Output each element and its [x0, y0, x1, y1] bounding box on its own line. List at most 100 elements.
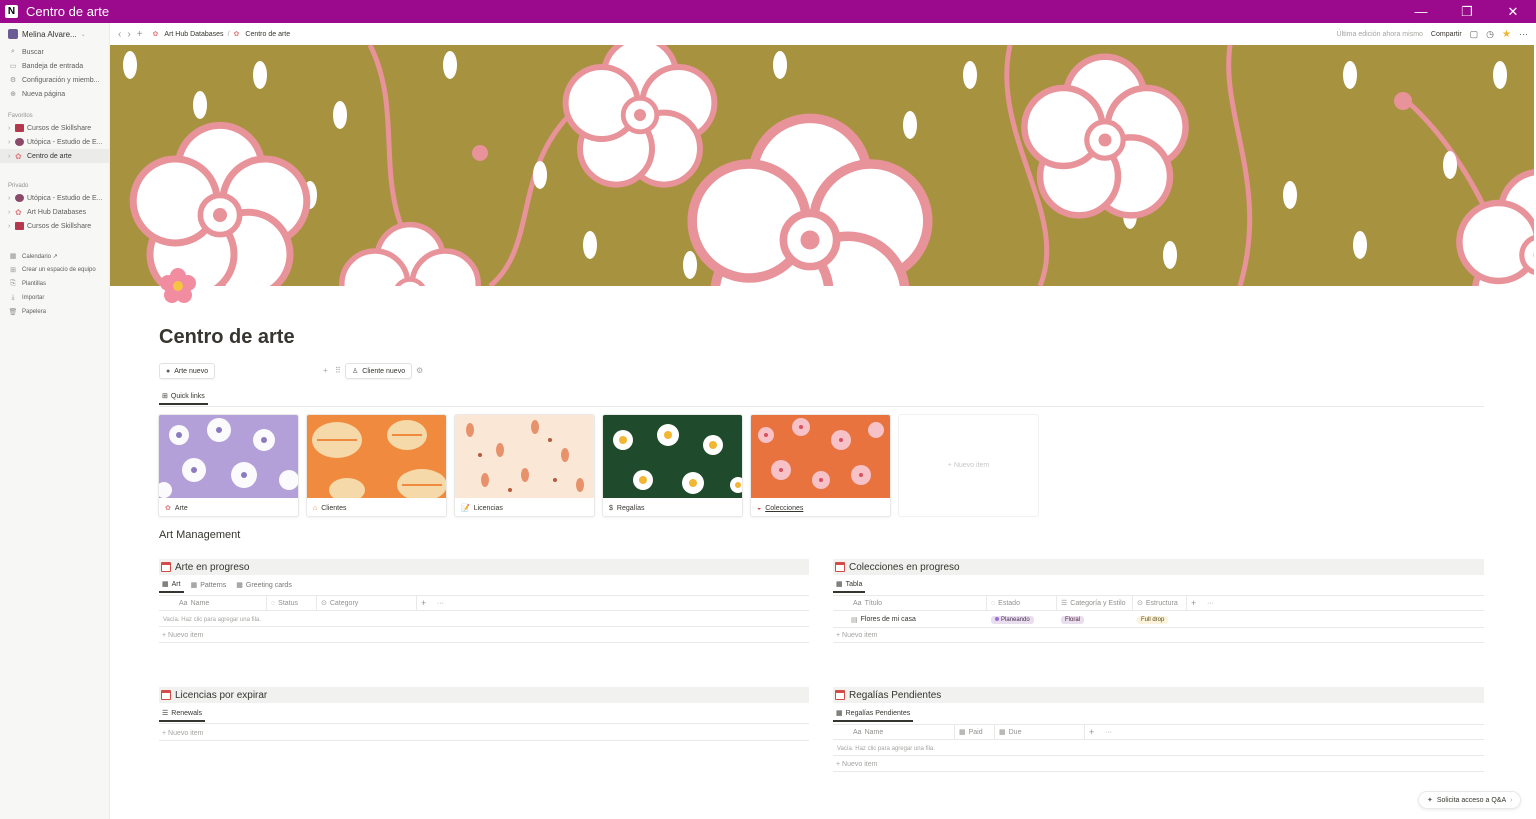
sidebar-item-label: Utópica - Estudio de E... [27, 138, 103, 146]
sidebar-item-templates[interactable]: ⎘ Plantillas [0, 277, 109, 291]
sidebar-item-art-hub-databases[interactable]: › ✿ Art Hub Databases [0, 205, 109, 219]
more-icon[interactable]: ··· [1519, 29, 1528, 39]
breadcrumb-item[interactable]: Centro de arte [245, 31, 290, 38]
column-name[interactable]: Aa Name [849, 724, 955, 740]
settings-icon[interactable]: ⚙ [416, 366, 423, 375]
comment-icon[interactable]: ▢ [1470, 29, 1479, 40]
share-button[interactable]: Compartir [1431, 31, 1462, 38]
sidebar-item-label: Cursos de Skillshare [27, 124, 92, 132]
page-flower-icon[interactable] [158, 266, 198, 306]
back-arrow-icon[interactable]: ‹ [118, 29, 121, 40]
sidebar-item-inbox[interactable]: ▭ Bandeja de entrada [0, 59, 109, 73]
star-icon[interactable]: ★ [1502, 29, 1511, 40]
chevron-right-icon[interactable]: › [8, 195, 14, 202]
sidebar-item-create-teamspace[interactable]: ⊞ Crear un espacio de equipo [0, 263, 109, 277]
column-due[interactable]: ▦ Due [995, 724, 1085, 740]
sidebar-item-trash[interactable]: 🗑 Papelera [0, 305, 109, 319]
divider [159, 406, 1484, 407]
column-estructura[interactable]: ⊙ Estructura [1133, 595, 1187, 611]
status-icon: ◌ [271, 599, 276, 607]
sidebar-item-centro-de-arte[interactable]: › ✿ Centro de arte [0, 149, 109, 163]
sidebar-item-import[interactable]: ⤓ Importar [0, 291, 109, 305]
db-art-header[interactable]: Arte en progreso [159, 559, 809, 575]
home-icon: ⌂ [313, 504, 318, 512]
sidebar-item-utopica-private[interactable]: › Utópica - Estudio de E... [0, 191, 109, 205]
table-row[interactable]: ▤ Flores de mi casa Planeando Floral Full… [833, 612, 1484, 628]
section-heading[interactable]: Art Management [159, 529, 240, 541]
db-collections-header[interactable]: Colecciones en progreso [833, 559, 1484, 575]
sidebar-item-settings[interactable]: ⚙ Configuración y miemb... [0, 73, 109, 87]
new-client-button[interactable]: ♙ Cliente nuevo [345, 363, 413, 379]
gallery-card-regalias[interactable]: $ Regalías [602, 414, 743, 517]
add-block-icon[interactable]: + [323, 366, 328, 375]
clock-icon[interactable]: ◷ [1486, 29, 1494, 40]
gallery-card-colecciones[interactable]: ◒ Colecciones [750, 414, 891, 517]
tab-art[interactable]: ▦ Art [159, 577, 184, 593]
empty-table-hint[interactable]: Vacía. Haz clic para agregar una fila. [833, 742, 1484, 756]
minimize-button[interactable]: — [1398, 0, 1444, 23]
tab-renewals[interactable]: ☰ Renewals [159, 706, 206, 722]
sidebar-item-label: Importar [22, 295, 45, 301]
plus-icon[interactable]: + [137, 29, 143, 40]
new-item-button[interactable]: + Nuevo item [833, 629, 1484, 643]
page-title[interactable]: Centro de arte [159, 326, 295, 349]
new-item-button[interactable]: + Nuevo item [833, 758, 1484, 772]
sidebar-item-cursos-skillshare[interactable]: › Cursos de Skillshare [0, 121, 109, 135]
column-paid[interactable]: ▦ Paid [955, 724, 995, 740]
new-art-button[interactable]: ● Arte nuevo [159, 363, 216, 379]
column-name[interactable]: Aa Name [175, 595, 267, 611]
gallery-card-licencias[interactable]: 📝 Licencias [454, 414, 595, 517]
add-column-icon[interactable]: + [1187, 595, 1203, 611]
card-label: Clientes [321, 504, 347, 512]
add-column-icon[interactable]: + [417, 595, 433, 611]
cell-estructura[interactable]: Full drop [1133, 616, 1187, 624]
close-button[interactable]: ✕ [1490, 0, 1536, 23]
column-category[interactable]: ⊙ Category [317, 595, 417, 611]
cell-titulo[interactable]: ▤ Flores de mi casa [849, 616, 987, 624]
dollar-icon: $ [609, 504, 613, 512]
sidebar-item-utopica[interactable]: › Utópica - Estudio de E... [0, 135, 109, 149]
tab-quick-links[interactable]: ⊞ Quick links [159, 389, 208, 405]
tab-regalias-pendientes[interactable]: ▦ Regalías Pendientes [833, 706, 914, 722]
gallery-card-clientes[interactable]: ⌂ Clientes [306, 414, 447, 517]
add-column-icon[interactable]: + [1085, 724, 1101, 740]
chevron-right-icon[interactable]: › [8, 209, 14, 216]
db-royalties-header[interactable]: Regalías Pendientes [833, 687, 1484, 703]
chevron-right-icon[interactable]: › [8, 125, 14, 132]
tab-tabla[interactable]: ▦ Tabla [833, 577, 866, 593]
chevron-right-icon[interactable]: › [8, 139, 14, 146]
more-icon[interactable]: ··· [1101, 724, 1117, 740]
column-estado[interactable]: ◌ Estado [987, 595, 1057, 611]
gallery-card-arte[interactable]: ✿ Arte [158, 414, 299, 517]
sidebar-item-new-page[interactable]: ⊕ Nueva página [0, 87, 109, 101]
restore-button[interactable]: ❐ [1444, 0, 1490, 23]
column-categoria[interactable]: ☰ Categoría y Estilo [1057, 595, 1133, 611]
new-item-button[interactable]: + Nuevo item [159, 727, 809, 741]
column-titulo[interactable]: Aa Título [849, 595, 987, 611]
card-label: Colecciones [765, 504, 804, 512]
tab-greeting-cards[interactable]: ▦ Greeting cards [233, 577, 295, 593]
gallery-new-item[interactable]: + Nuevo item [898, 414, 1039, 517]
drag-handle-icon[interactable]: ⠿ [335, 366, 341, 375]
qa-access-button[interactable]: ✦ Solicita acceso a Q&A › [1418, 791, 1522, 809]
workspace-switcher[interactable]: Melina Alvare... ⌄ [0, 23, 109, 45]
db-licenses-header[interactable]: Licencias por expirar [159, 687, 809, 703]
empty-table-hint[interactable]: Vacía. Haz clic para agregar una fila. [159, 613, 809, 627]
tab-patterns[interactable]: ▦ Patterns [188, 577, 230, 593]
forward-arrow-icon[interactable]: › [127, 29, 130, 40]
column-status[interactable]: ◌ Status [267, 595, 317, 611]
new-item-button[interactable]: + Nuevo item [159, 629, 809, 643]
cell-estado[interactable]: Planeando [987, 616, 1057, 624]
more-icon[interactable]: ··· [1203, 595, 1219, 611]
chevron-right-icon[interactable]: › [8, 223, 14, 230]
sidebar-item-search[interactable]: ⌕ Buscar [0, 45, 109, 59]
more-icon[interactable]: ··· [433, 595, 449, 611]
sidebar-item-calendar[interactable]: ▦ Calendario ↗ [0, 249, 109, 263]
chevron-right-icon[interactable]: › [8, 153, 14, 160]
cell-categoria[interactable]: Floral [1057, 616, 1133, 624]
inbox-icon: ▭ [9, 63, 17, 70]
breadcrumb-item[interactable]: Art Hub Databases [164, 31, 223, 38]
cover-image[interactable] [110, 45, 1534, 286]
sidebar-item-cursos-skillshare-private[interactable]: › Cursos de Skillshare [0, 219, 109, 233]
brush-icon: ● [166, 367, 171, 375]
